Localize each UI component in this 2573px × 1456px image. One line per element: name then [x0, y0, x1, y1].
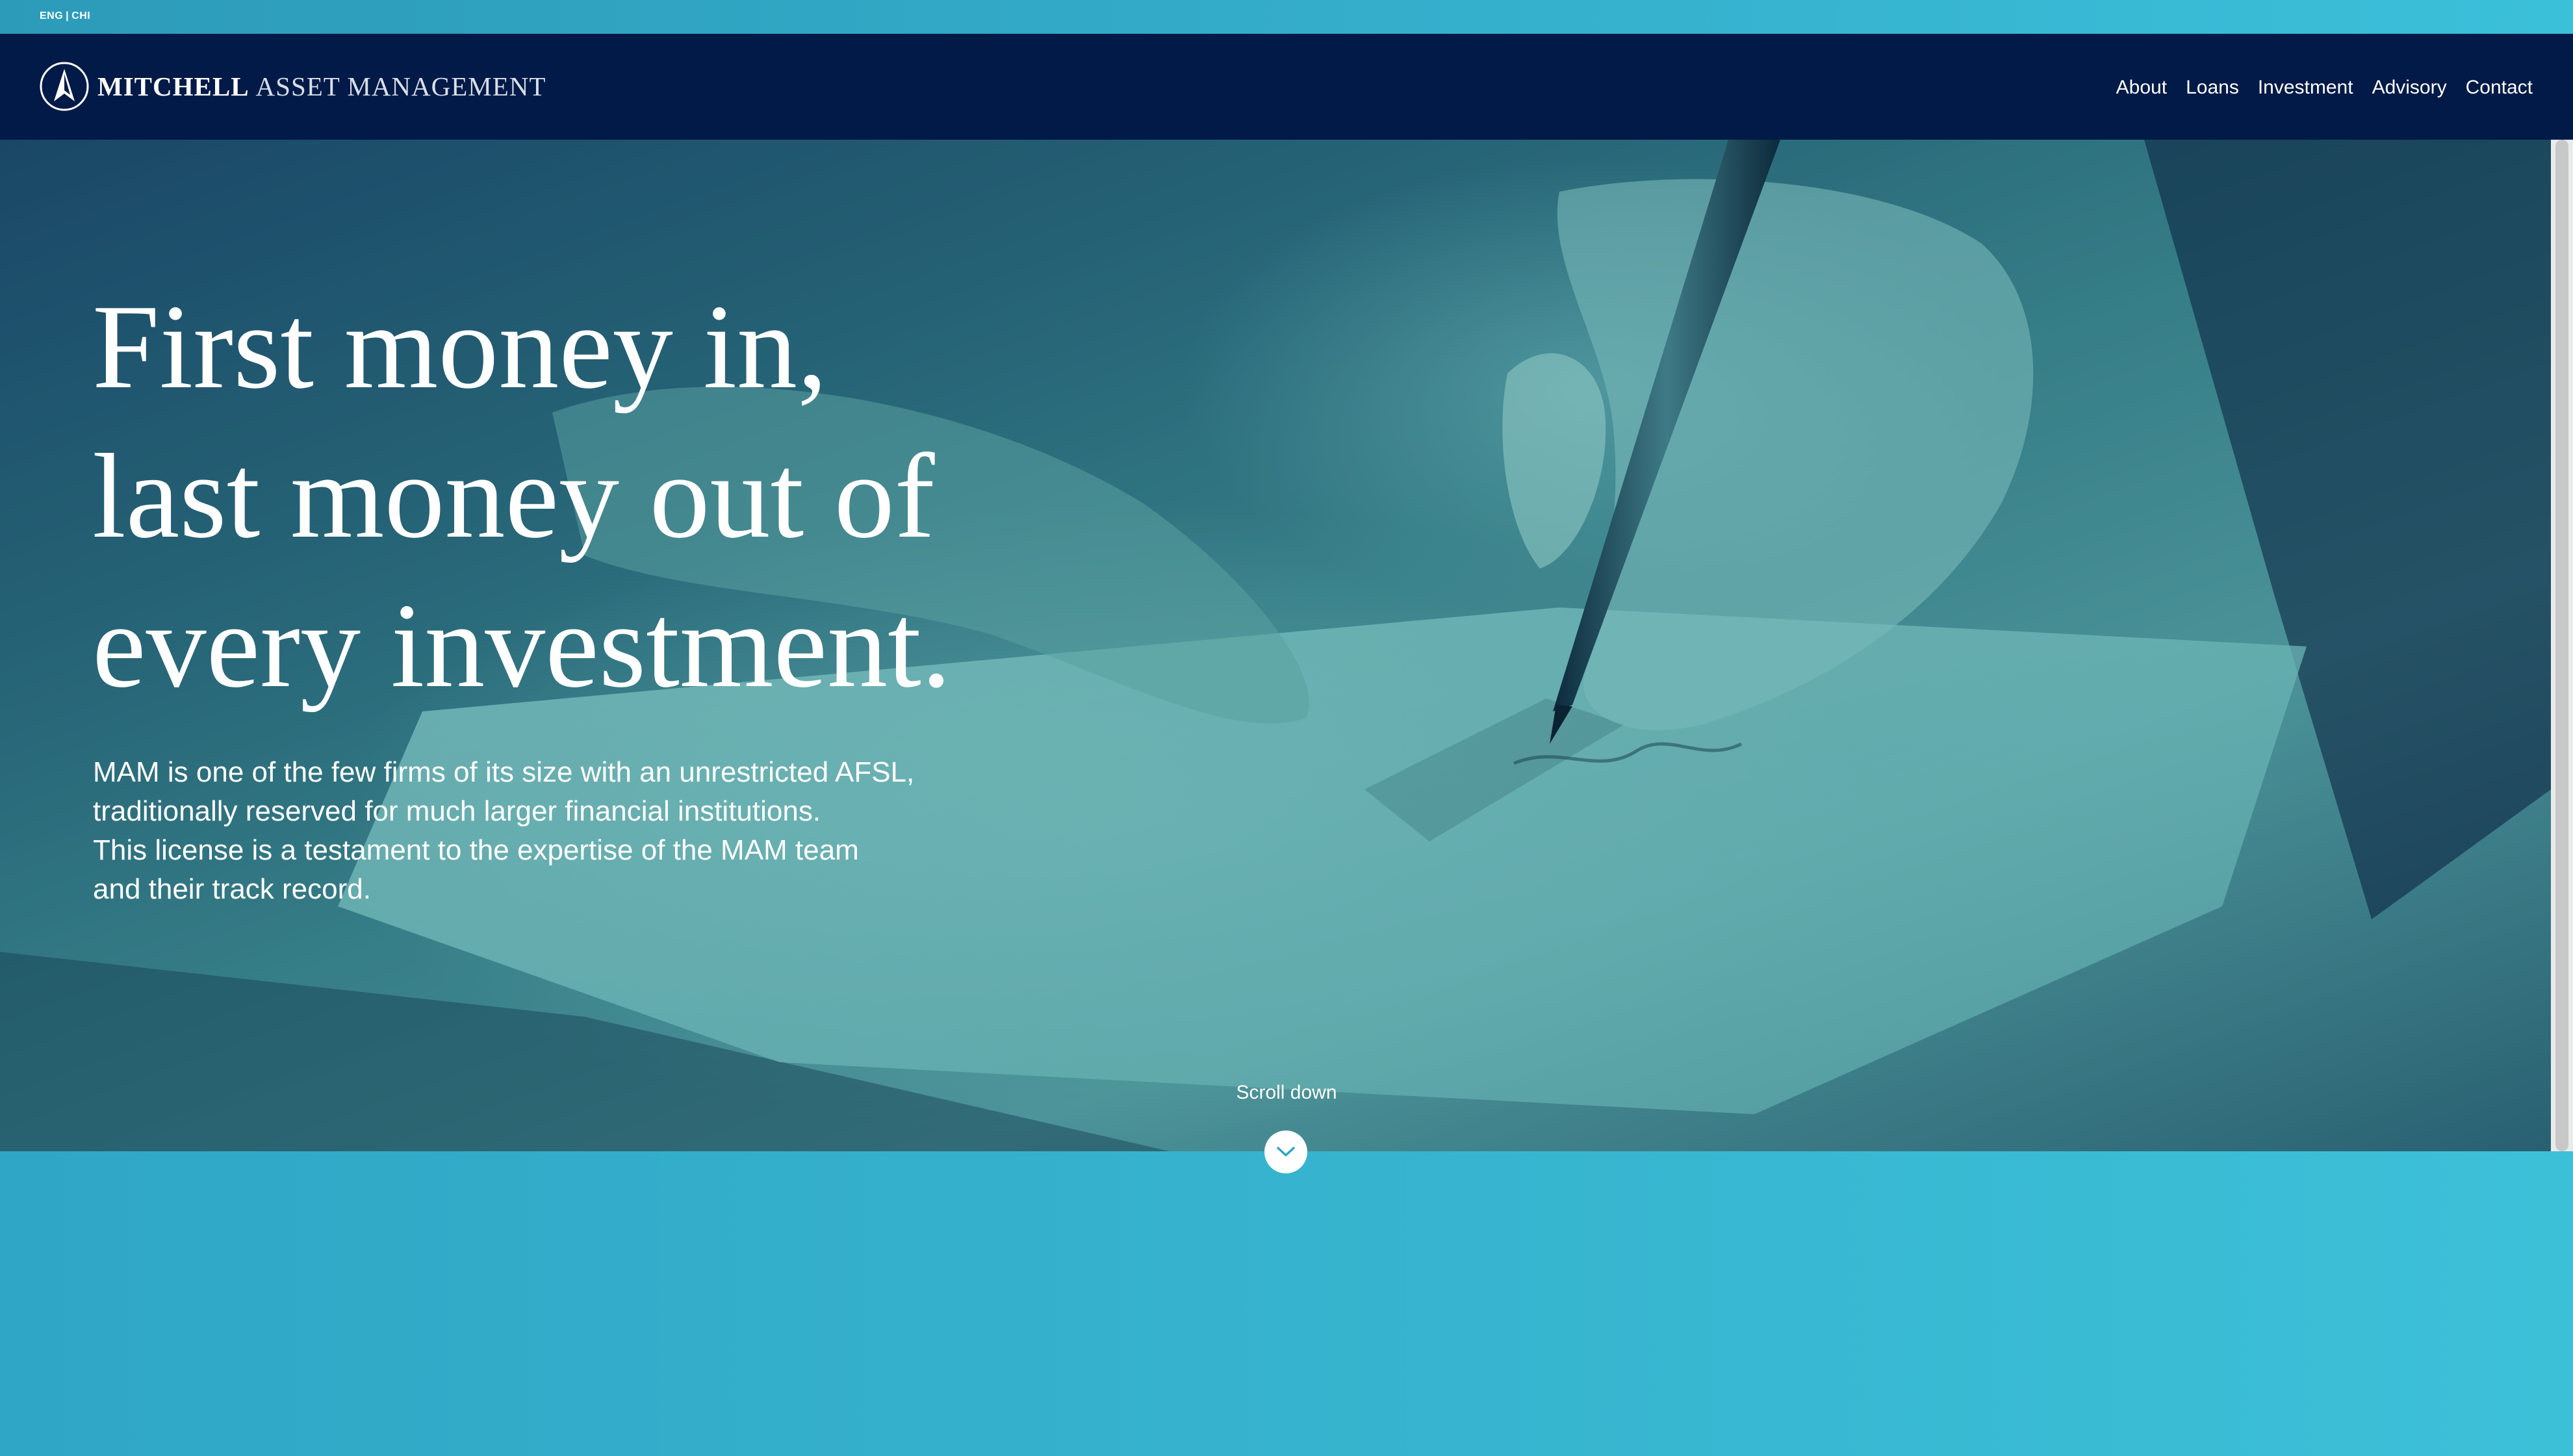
nav-item-contact[interactable]: Contact: [2466, 77, 2533, 99]
scrollbar-thumb[interactable]: [2555, 140, 2568, 1151]
main-nav: About Loans Investment Advisory Contact: [2116, 71, 2533, 104]
language-bar: ENG | CHI: [0, 0, 2573, 34]
hero-intro-line: traditionally reserved for much larger f…: [93, 795, 821, 827]
scroll-down-button[interactable]: [1264, 1130, 1307, 1173]
language-separator: |: [66, 10, 70, 21]
chevron-down-icon: [1277, 1147, 1295, 1156]
hero-headline-line: First money in,: [92, 280, 828, 414]
language-switcher: ENG | CHI: [40, 8, 90, 24]
hero-intro-line: This license is a testament to the exper…: [93, 834, 859, 866]
hero-headline-line: every investment.: [92, 579, 952, 713]
hero-intro-text: MAM is one of the few firms of its size …: [93, 753, 1068, 909]
brand-name-strong: MITCHELL: [97, 71, 250, 101]
compass-a-icon: [40, 62, 89, 111]
nav-item-investment[interactable]: Investment: [2258, 77, 2353, 99]
nav-item-advisory[interactable]: Advisory: [2372, 77, 2447, 99]
brand-name-light: ASSET MANAGEMENT: [255, 71, 546, 101]
language-english-link[interactable]: ENG: [40, 10, 63, 22]
hero-headline-line: last money out of: [92, 429, 935, 563]
hero-intro-line: MAM is one of the few firms of its size …: [93, 756, 915, 788]
language-chinese-link[interactable]: CHI: [71, 10, 90, 22]
brand-name: MITCHELL ASSET MANAGEMENT: [97, 71, 546, 102]
brand-logo[interactable]: MITCHELL ASSET MANAGEMENT: [39, 58, 546, 114]
hero-intro-line: and their track record.: [93, 873, 371, 905]
hero-banner: First money in, last money out of every …: [0, 140, 2551, 1151]
nav-item-about[interactable]: About: [2116, 77, 2167, 99]
scroll-down-label: Scroll down: [1236, 1082, 1337, 1103]
site-header: MITCHELL ASSET MANAGEMENT About Loans Inv…: [0, 34, 2573, 140]
nav-item-loans[interactable]: Loans: [2186, 77, 2239, 99]
hero-headline: First money in, last money out of every …: [92, 272, 1327, 721]
page-scrollbar[interactable]: [2551, 140, 2573, 1151]
